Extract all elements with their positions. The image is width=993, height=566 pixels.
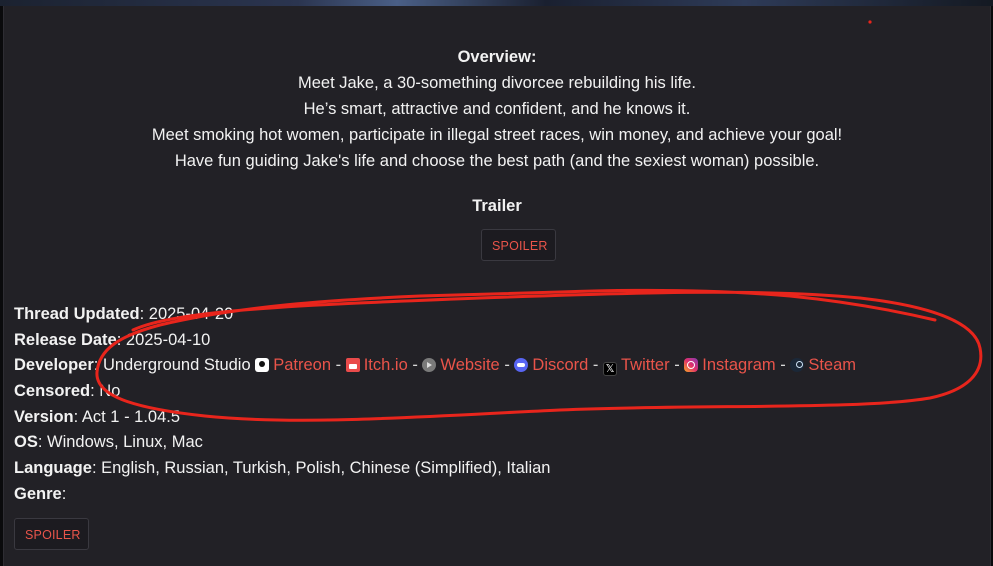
steam-icon xyxy=(790,358,805,373)
instagram-icon xyxy=(684,358,699,373)
steam-link[interactable]: Steam xyxy=(808,356,856,374)
twitter-link[interactable]: Twitter xyxy=(621,356,670,374)
censored-row: Censored: No xyxy=(14,379,856,405)
version-value: : Act 1 - 1.04.5 xyxy=(73,407,181,426)
os-row: OS: Windows, Linux, Mac xyxy=(14,430,856,456)
website-link[interactable]: Website xyxy=(440,356,499,374)
thread-updated-row: Thread Updated: 2025-04-20 xyxy=(14,302,856,328)
genre-value: : xyxy=(61,484,67,503)
developer-label: Developer xyxy=(14,356,94,375)
censored-value: : No xyxy=(90,382,121,401)
language-value: : English, Russian, Turkish, Polish, Chi… xyxy=(91,459,551,478)
os-value: : Windows, Linux, Mac xyxy=(37,433,203,452)
release-date-row: Release Date: 2025-04-10 xyxy=(14,328,856,354)
censored-label: Censored xyxy=(14,382,91,401)
trailer-spoiler-button[interactable]: SPOILER xyxy=(481,229,556,261)
overview-line: Meet smoking hot women, participate in i… xyxy=(151,126,843,144)
page: Overview: Meet Jake, a 30-something divo… xyxy=(0,0,993,566)
post-content: Overview: Meet Jake, a 30-something divo… xyxy=(3,6,991,566)
thread-updated-label: Thread Updated xyxy=(14,305,140,323)
separator: - xyxy=(669,356,685,375)
separator: - xyxy=(775,356,791,375)
separator: - xyxy=(331,356,346,375)
language-label: Language xyxy=(14,459,92,478)
genre-row: Genre: xyxy=(14,482,856,508)
release-date-label: Release Date xyxy=(14,330,117,349)
genre-spoiler-button[interactable]: SPOILER xyxy=(14,518,89,550)
overview-title: Overview: xyxy=(457,48,537,66)
x-twitter-icon: 𝕏 xyxy=(603,362,618,377)
discord-icon xyxy=(514,358,529,373)
separator: - xyxy=(588,356,604,375)
version-label: Version xyxy=(14,407,74,426)
discord-link[interactable]: Discord xyxy=(532,356,588,374)
game-info: Thread Updated: 2025-04-20 Release Date:… xyxy=(14,302,856,508)
separator: - xyxy=(407,356,423,375)
separator: - xyxy=(499,356,515,375)
instagram-link[interactable]: Instagram xyxy=(702,356,775,374)
version-row: Version: Act 1 - 1.04.5 xyxy=(14,405,856,431)
trailer-title: Trailer xyxy=(472,197,522,215)
overview-line: He’s smart, attractive and confident, an… xyxy=(303,100,691,118)
patreon-icon xyxy=(255,358,270,373)
language-row: Language: English, Russian, Turkish, Pol… xyxy=(14,456,856,482)
itch-io-link[interactable]: Itch.io xyxy=(364,356,408,374)
overview-section: Overview: Meet Jake, a 30-something divo… xyxy=(4,44,990,174)
patreon-link[interactable]: Patreon xyxy=(273,356,331,374)
developer-row: Developer: Underground Studio Patreon - … xyxy=(14,353,856,379)
thread-updated-value: : 2025-04-20 xyxy=(139,305,234,323)
developer-name: : Underground Studio xyxy=(93,356,251,375)
genre-label: Genre xyxy=(14,484,62,503)
itch-io-icon xyxy=(345,358,360,373)
overview-line: Have fun guiding Jake's life and choose … xyxy=(174,152,820,170)
overview-line: Meet Jake, a 30-something divorcee rebui… xyxy=(297,74,697,92)
website-icon xyxy=(422,358,437,373)
release-date-value: : 2025-04-10 xyxy=(116,330,211,349)
os-label: OS xyxy=(14,433,38,452)
